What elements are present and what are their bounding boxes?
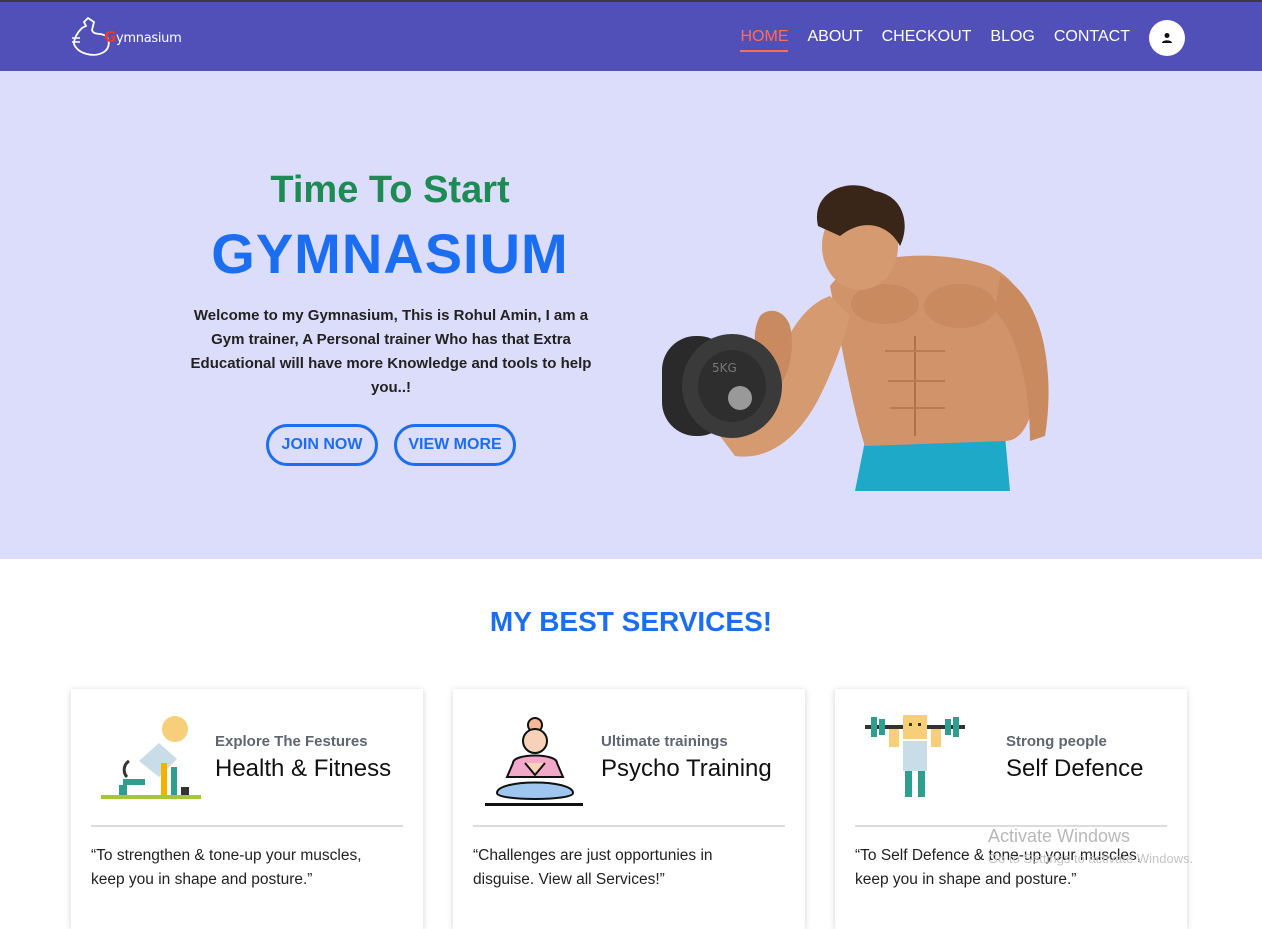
meditation-icon — [485, 717, 583, 806]
service-card-psycho-training[interactable]: Ultimate trainings Psycho Training “Chal… — [453, 689, 805, 929]
card-heading: Health & Fitness — [215, 755, 392, 782]
join-now-button[interactable]: JOIN NOW — [266, 424, 378, 466]
windows-activation-watermark-text: Go to Settings to activate Windows. — [988, 851, 1194, 866]
nav-about[interactable]: ABOUT — [807, 26, 862, 52]
nav-contact[interactable]: CONTACT — [1054, 26, 1130, 52]
weightlifter-icon — [865, 715, 965, 797]
hero-subtitle: Time To Start — [270, 169, 510, 211]
card-divider — [91, 825, 403, 827]
hero-description: Welcome to my Gymnasium, This is Rohul A… — [190, 307, 592, 396]
logo-text: Gymnasium — [104, 28, 182, 46]
logo[interactable]: Gymnasium — [70, 14, 190, 60]
card-kicker: Ultimate trainings — [601, 733, 728, 750]
hero-section: Time To Start GYMNASIUM Welcome to my Gy… — [0, 71, 1262, 559]
nav-checkout[interactable]: CHECKOUT — [882, 26, 972, 52]
user-icon — [1162, 33, 1172, 43]
card-quote: “Challenges are just opportunies in disg… — [473, 847, 713, 888]
dumbbell-weight-label: 5KG — [712, 361, 737, 375]
hero-title: GYMNASIUM — [211, 222, 569, 285]
view-more-button[interactable]: VIEW MORE — [394, 424, 516, 466]
nav-links: HOME ABOUT CHECKOUT BLOG CONTACT — [740, 26, 1130, 52]
card-divider — [473, 825, 785, 827]
service-card-self-defence[interactable]: Strong people Self Defence “To Self Defe… — [835, 689, 1187, 929]
service-card-health-fitness[interactable]: Explore The Festures Health & Fitness “T… — [71, 689, 423, 929]
card-kicker: Explore The Festures — [215, 733, 368, 750]
services-title: MY BEST SERVICES! — [489, 606, 773, 637]
fitness-stretch-icon — [101, 716, 201, 799]
nav-blog[interactable]: BLOG — [990, 26, 1034, 52]
user-account-button[interactable] — [1149, 20, 1185, 56]
card-heading: Psycho Training — [601, 755, 772, 782]
bodybuilder-image: 5KG — [662, 185, 1049, 491]
nav-home[interactable]: HOME — [740, 26, 789, 52]
card-quote: “To strengthen & tone-up your muscles, k… — [91, 847, 362, 888]
card-kicker: Strong people — [1006, 733, 1107, 750]
windows-activation-watermark-title: Activate Windows — [988, 826, 1131, 846]
navbar: Gymnasium HOME ABOUT CHECKOUT BLOG CONTA… — [0, 2, 1262, 71]
card-heading: Self Defence — [1006, 755, 1144, 782]
